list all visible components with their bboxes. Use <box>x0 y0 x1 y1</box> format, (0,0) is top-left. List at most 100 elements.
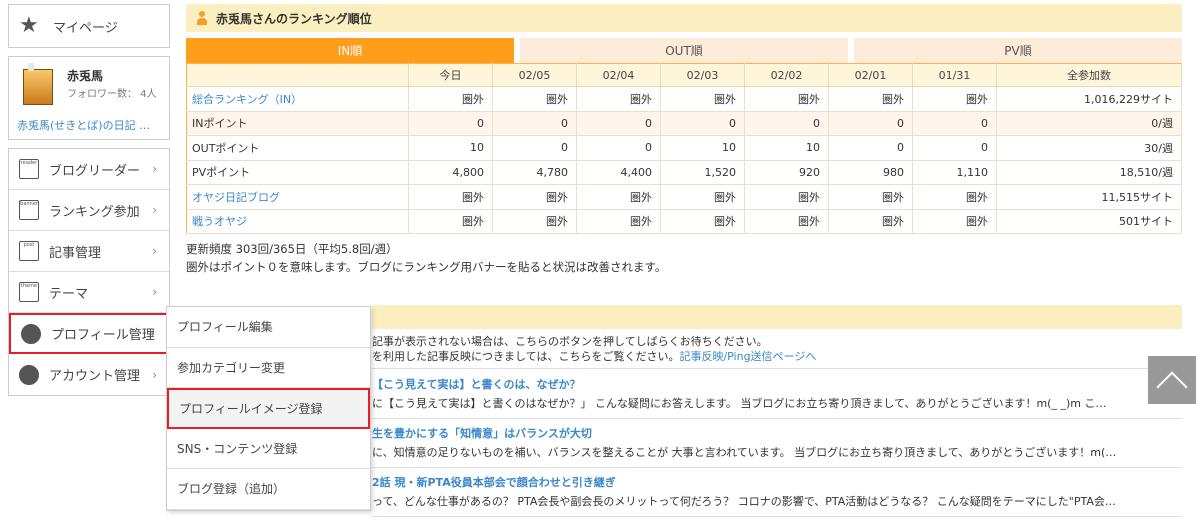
table-row: INポイント 0 0 0 0 0 0 0 0/週 <box>186 111 1182 136</box>
table-cell: 10 <box>660 135 745 161</box>
table-cell: 10 <box>408 135 493 161</box>
ranking-table: 今日 02/05 02/04 02/03 02/02 02/01 01/31 全… <box>186 63 1182 234</box>
entry-title[interactable]: 生を豊かにする「知情意」はバランスが大切 <box>372 425 1152 441</box>
table-cell: 0 <box>576 111 661 136</box>
list-item: 【こう見えて実は】と書くのは、なぜか？ に【こう見えて実は】と書くのはなぜか？」… <box>372 376 1152 411</box>
table-cell: 1,110 <box>912 160 997 185</box>
table-cell: 圏外 <box>408 184 493 210</box>
table-cell: 圏外 <box>492 209 577 234</box>
chevron-right-icon: › <box>152 244 157 258</box>
table-cell: 圏外 <box>828 209 913 234</box>
table-cell: 920 <box>744 160 829 185</box>
row-label[interactable]: 戦うオヤジ <box>186 209 409 234</box>
table-cell: 圏外 <box>660 184 745 210</box>
ranking-tabs: IN順 OUT順 PV順 <box>186 38 1182 63</box>
ping-link[interactable]: 記事反映/Ping送信ページへ <box>679 350 816 363</box>
person-icon <box>196 11 208 25</box>
update-frequency: 更新頻度 303回/365日（平均5.8回/週） <box>186 242 398 256</box>
avatar[interactable] <box>23 63 53 105</box>
column-header: 02/02 <box>744 63 829 87</box>
row-label: PVポイント <box>186 160 409 185</box>
table-row: 戦うオヤジ 圏外 圏外 圏外 圏外 圏外 圏外 圏外 501サイト <box>186 209 1182 234</box>
section-title: 赤兎馬さんのランキング順位 <box>216 11 372 26</box>
row-label[interactable]: 総合ランキング（IN） <box>186 86 409 112</box>
table-cell: 0 <box>912 135 997 161</box>
chevron-right-icon: › <box>152 285 157 299</box>
list-item: 生を豊かにする「知情意」はバランスが大切 に、知情意の足りないものを補い、バラン… <box>372 425 1152 460</box>
sidebar: ★ マイページ 赤兎馬 フォロワー数： 4人 赤兎馬(せきとば)の日記 … re… <box>8 4 170 396</box>
row-label[interactable]: オヤジ日記ブログ <box>186 184 409 210</box>
column-header: 全参加数 <box>996 63 1182 87</box>
table-cell: 0/週 <box>996 111 1182 136</box>
table-cell: 圏外 <box>576 86 661 112</box>
blog-title-link[interactable]: 赤兎馬(せきとば)の日記 … <box>17 117 150 133</box>
chevron-right-icon: › <box>152 162 157 176</box>
table-cell: 0 <box>660 111 745 136</box>
sidebar-item-account[interactable]: アカウント管理 › <box>9 354 169 395</box>
table-cell: 圏外 <box>912 86 997 112</box>
table-cell: 4,400 <box>576 160 661 185</box>
sidebar-item-profile[interactable]: プロフィール管理 › <box>9 313 169 354</box>
sidebar-item-theme[interactable]: theme テーマ › <box>9 272 169 313</box>
sidebar-item-label: プロフィール管理 <box>51 328 155 343</box>
sidebar-item-reader[interactable]: reader ブログリーダー › <box>9 149 169 190</box>
tab-pv[interactable]: PV順 <box>854 38 1182 63</box>
sidebar-item-ranking[interactable]: banner ランキング参加 › <box>9 190 169 231</box>
info-line: 記事が表示されない場合は、こちらのボタンを押してしばらくお待ちください。 <box>372 335 768 348</box>
divider <box>372 516 1182 517</box>
table-cell: 501サイト <box>996 209 1182 234</box>
profile-icon <box>21 323 41 344</box>
ranking-note: 圏外はポイント０を意味します。ブログにランキング用バナーを貼ると状況は改善されま… <box>186 260 667 274</box>
banner-icon: banner <box>19 200 39 220</box>
scroll-to-top-button[interactable] <box>1148 356 1196 404</box>
table-row: OUTポイント 10 0 0 10 10 0 0 30/週 <box>186 135 1182 161</box>
submenu-item[interactable]: ブログ登録（追加） <box>167 469 370 510</box>
submenu-item-profile-image[interactable]: プロフィールイメージ登録 <box>167 388 370 429</box>
sidebar-item-label: ランキング参加 <box>49 204 140 220</box>
table-cell: 圏外 <box>744 86 829 112</box>
table-cell: 10 <box>744 135 829 161</box>
table-cell: 圏外 <box>660 86 745 112</box>
tab-out[interactable]: OUT順 <box>520 38 848 63</box>
notes: 更新頻度 303回/365日（平均5.8回/週） 圏外はポイント０を意味します。… <box>186 240 1182 276</box>
reader-icon: reader <box>19 159 39 179</box>
submenu-item[interactable]: プロフィール編集 <box>167 307 370 348</box>
chevron-right-icon: › <box>152 367 157 382</box>
table-cell: 圏外 <box>576 209 661 234</box>
table-cell: 1,520 <box>660 160 745 185</box>
sidebar-item-label: テーマ <box>49 286 89 302</box>
table-cell: 圏外 <box>576 184 661 210</box>
table-cell: 18,510/週 <box>996 160 1182 185</box>
entry-title[interactable]: 【こう見えて実は】と書くのは、なぜか？ <box>372 376 1152 392</box>
table-cell: 圏外 <box>408 209 493 234</box>
table-row: 総合ランキング（IN） 圏外 圏外 圏外 圏外 圏外 圏外 圏外 1,016,229サイト <box>186 86 1182 112</box>
entry-desc: に、知情意の足りないものを補い、バランスを整えることが 大事と言われています。 … <box>372 446 1117 459</box>
profile-name: 赤兎馬 <box>67 69 104 83</box>
sidebar-item-label: ブログリーダー <box>49 163 141 179</box>
posts-info: 記事が表示されない場合は、こちらのボタンを押してしばらくお待ちください。 を利用… <box>372 334 1162 364</box>
entry-title[interactable]: 2話 現・新PTA役員本部会で顔合わせと引き継ぎ <box>372 474 1152 490</box>
submenu-item[interactable]: 参加カテゴリー変更 <box>167 348 370 388</box>
sidebar-item-label: 記事管理 <box>49 245 102 261</box>
table-header-row: 今日 02/05 02/04 02/03 02/02 02/01 01/31 全… <box>186 63 1182 87</box>
table-cell: 圏外 <box>744 209 829 234</box>
sidebar-item-posts[interactable]: post 記事管理 › <box>9 231 169 272</box>
table-cell: 圏外 <box>912 209 997 234</box>
list-item: 2話 現・新PTA役員本部会で顔合わせと引き継ぎ って、どんな仕事があるの？ P… <box>372 474 1152 509</box>
tab-in[interactable]: IN順 <box>186 38 514 63</box>
sidebar-item-label: アカウント管理 <box>49 369 141 384</box>
divider <box>372 368 1182 369</box>
column-header: 02/01 <box>828 63 913 87</box>
post-icon: post <box>19 241 39 261</box>
table-cell: 圏外 <box>492 86 577 112</box>
row-label: OUTポイント <box>186 135 409 161</box>
follower-count: フォロワー数： 4人 <box>67 89 157 100</box>
chevron-right-icon: › <box>150 326 155 341</box>
table-cell: 4,800 <box>408 160 493 185</box>
column-header: 今日 <box>408 63 493 87</box>
mypage-link[interactable]: ★ マイページ <box>8 4 170 48</box>
mypage-label: マイページ <box>53 20 118 36</box>
table-cell: 圏外 <box>744 184 829 210</box>
profile-submenu: プロフィール編集 参加カテゴリー変更 プロフィールイメージ登録 SNS・コンテン… <box>166 306 371 511</box>
submenu-item[interactable]: SNS・コンテンツ登録 <box>167 429 370 469</box>
